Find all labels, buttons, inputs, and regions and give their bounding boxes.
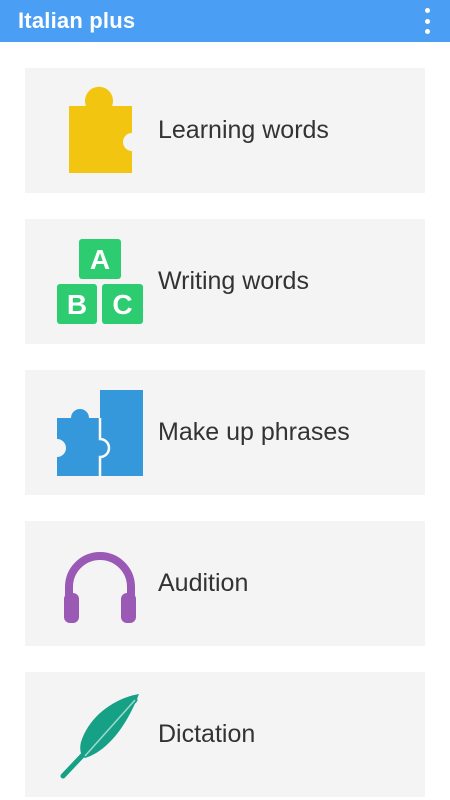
- overflow-menu-icon[interactable]: [416, 8, 438, 34]
- menu-item-label: Learning words: [158, 116, 329, 144]
- menu-item-label: Audition: [158, 569, 249, 597]
- app-bar: Italian plus: [0, 0, 450, 42]
- abc-blocks-icon: A B C: [55, 237, 145, 327]
- block-letter-b: B: [67, 289, 87, 320]
- menu-item-label: Writing words: [158, 267, 309, 295]
- menu-item-audition[interactable]: Audition: [25, 521, 425, 646]
- menu-dot: [424, 29, 430, 34]
- block-letter-c: C: [112, 289, 132, 320]
- headphones-icon: [55, 539, 145, 629]
- menu-dot: [424, 8, 430, 13]
- menu-item-label: Make up phrases: [158, 418, 350, 446]
- menu-item-writing-words[interactable]: A B C Writing words: [25, 219, 425, 344]
- menu-dot: [424, 18, 430, 24]
- menu-list: Learning words A B C Writing words Make …: [25, 68, 425, 800]
- block-letter-a: A: [90, 244, 110, 275]
- puzzle-pieces-icon: [55, 388, 145, 478]
- menu-item-make-up-phrases[interactable]: Make up phrases: [25, 370, 425, 495]
- app-screen: Italian plus Learning words A B C Writin…: [0, 0, 450, 800]
- app-title: Italian plus: [18, 8, 136, 33]
- menu-item-learning-words[interactable]: Learning words: [25, 68, 425, 193]
- menu-item-label: Dictation: [158, 720, 256, 748]
- menu-item-dictation[interactable]: Dictation: [25, 672, 425, 797]
- puzzle-piece-icon: [55, 86, 145, 176]
- feather-icon: [55, 690, 145, 780]
